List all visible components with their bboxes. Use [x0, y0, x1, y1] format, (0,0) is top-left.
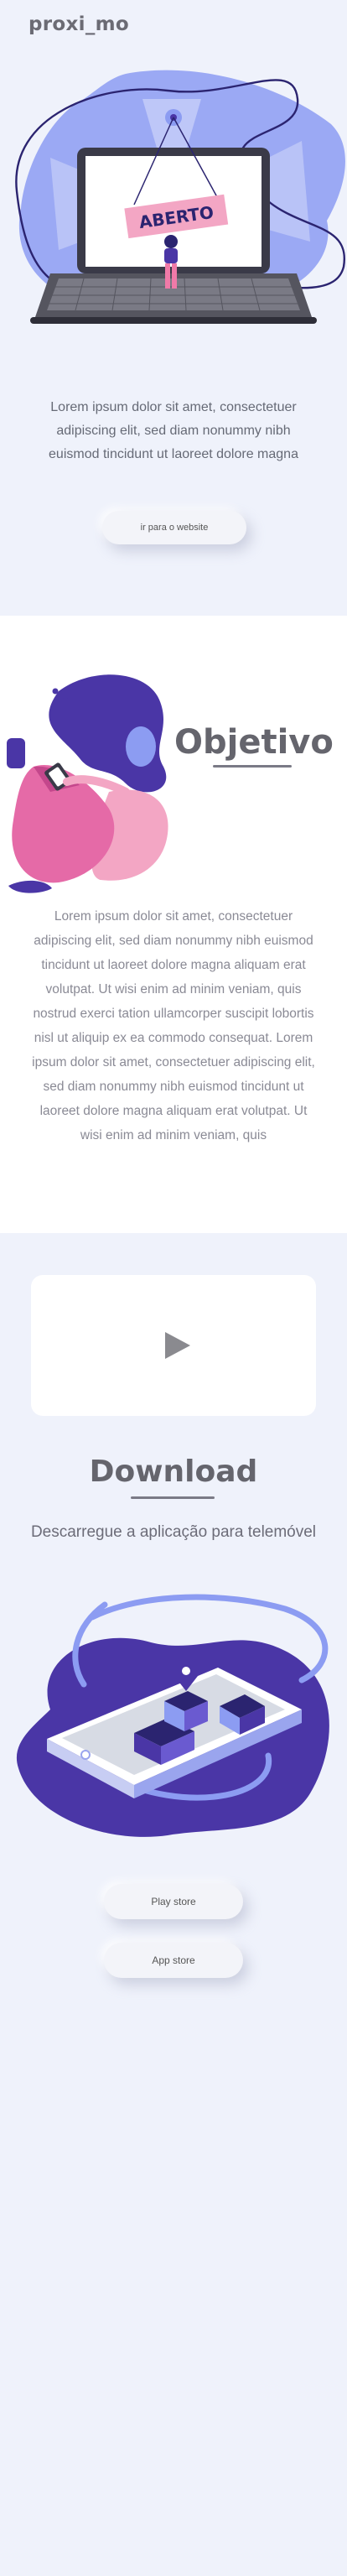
brand-logo[interactable]: proxi_mo: [28, 13, 129, 35]
objective-body: Lorem ipsum dolor sit amet, consectetuer…: [32, 909, 315, 1142]
website-button[interactable]: ir para o website: [102, 511, 246, 544]
video-player[interactable]: [31, 1275, 316, 1416]
objective-title: Objetivo: [174, 723, 334, 762]
download-section: Download Descarregue a aplicação para te…: [0, 1233, 347, 2576]
phone-houses-illustration: [16, 1594, 329, 1837]
person-reading-illustration: [7, 674, 168, 893]
hero-description: Lorem ipsum dolor sit amet, consectetuer…: [49, 400, 298, 461]
play-store-button[interactable]: Play store: [104, 1884, 243, 1919]
download-title: Download: [89, 1455, 258, 1489]
objective-title-underline: [213, 765, 292, 768]
objective-section: Objetivo Lorem ipsum dolor sit amet, con…: [0, 616, 347, 1233]
download-title-underline: [131, 1496, 215, 1499]
play-icon[interactable]: [162, 1330, 192, 1361]
app-store-button[interactable]: App store: [104, 1943, 243, 1978]
download-subtitle: Descarregue a aplicação para telemóvel: [30, 1523, 317, 1541]
hero-illustration: ABERTO: [15, 70, 346, 324]
hero-section: proxi_mo ABERTO Lorem ipsum dolor sit am…: [0, 0, 347, 616]
